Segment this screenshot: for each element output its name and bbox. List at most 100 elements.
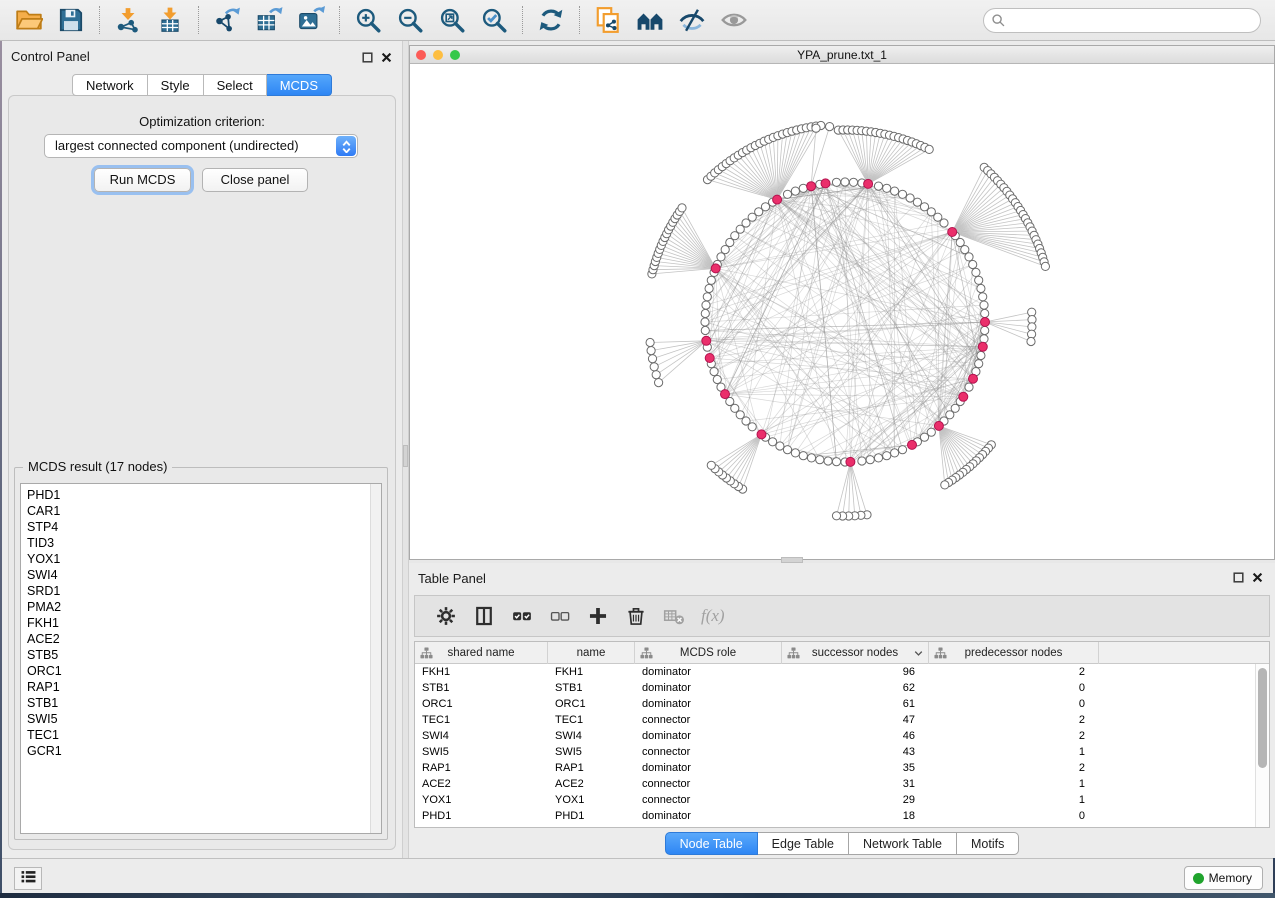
mcds-result-item[interactable]: PHD1 — [21, 487, 369, 503]
export-image-icon[interactable] — [296, 5, 326, 35]
mcds-result-item[interactable]: TEC1 — [21, 727, 369, 743]
mcds-result-item[interactable]: STP4 — [21, 519, 369, 535]
table-cell: YOX1 — [415, 792, 548, 808]
network-graph[interactable] — [410, 64, 1274, 560]
network-canvas[interactable] — [410, 64, 1274, 559]
tab-edge-table[interactable]: Edge Table — [758, 832, 849, 855]
table-row[interactable]: FKH1FKH1dominator962 — [415, 664, 1255, 680]
memory-button[interactable]: Memory — [1184, 866, 1263, 890]
save-session-icon[interactable] — [56, 5, 86, 35]
column-header-name[interactable]: name — [548, 642, 635, 664]
table-tabs: Node TableEdge TableNetwork TableMotifs — [409, 832, 1275, 855]
first-neighbors-icon[interactable] — [635, 5, 665, 35]
table-row[interactable]: ORC1ORC1dominator610 — [415, 696, 1255, 712]
table-cell: dominator — [635, 808, 782, 824]
task-history-button[interactable] — [14, 867, 42, 890]
mcds-result-item[interactable]: STB1 — [21, 695, 369, 711]
shared-column-icon — [640, 647, 653, 663]
optimization-criterion-label: Optimization criterion: — [2, 114, 402, 129]
mcds-result-item[interactable]: ORC1 — [21, 663, 369, 679]
mcds-result-item[interactable]: CAR1 — [21, 503, 369, 519]
table-row[interactable]: ACE2ACE2connector311 — [415, 776, 1255, 792]
table-settings-icon[interactable] — [433, 603, 459, 629]
table-row[interactable]: TEC1TEC1connector472 — [415, 712, 1255, 728]
table-cell: 2 — [929, 760, 1099, 776]
tab-network-table[interactable]: Network Table — [849, 832, 957, 855]
table-row[interactable]: SWI4SWI4dominator462 — [415, 728, 1255, 744]
clear-table-icon — [661, 603, 687, 629]
table-cell: 1 — [929, 776, 1099, 792]
hide-selected-icon[interactable] — [677, 5, 707, 35]
columns-icon[interactable] — [471, 603, 497, 629]
mcds-result-title: MCDS result (17 nodes) — [23, 459, 172, 474]
mcds-result-item[interactable]: RAP1 — [21, 679, 369, 695]
column-header-MCDS-role[interactable]: MCDS role — [635, 642, 782, 664]
mcds-result-item[interactable]: PMA2 — [21, 599, 369, 615]
table-cell: ORC1 — [548, 696, 635, 712]
table-scrollbar-thumb[interactable] — [1258, 668, 1267, 768]
tab-style[interactable]: Style — [148, 74, 204, 96]
criterion-dropdown[interactable]: largest connected component (undirected) — [44, 134, 358, 158]
vertical-splitter[interactable] — [402, 41, 409, 858]
table-row[interactable]: YOX1YOX1connector291 — [415, 792, 1255, 808]
tab-node-table[interactable]: Node Table — [665, 832, 758, 855]
mcds-result-item[interactable]: GCR1 — [21, 743, 369, 759]
float-table-panel-icon[interactable] — [1233, 570, 1244, 588]
show-all-icon[interactable] — [719, 5, 749, 35]
zoom-in-icon[interactable] — [353, 5, 383, 35]
zoom-fit-icon[interactable] — [437, 5, 467, 35]
table-cell: 1 — [929, 792, 1099, 808]
table-cell: 2 — [929, 664, 1099, 680]
mcds-result-item[interactable]: TID3 — [21, 535, 369, 551]
refresh-layout-icon[interactable] — [536, 5, 566, 35]
zoom-out-icon[interactable] — [395, 5, 425, 35]
table-scrollbar-track[interactable] — [1255, 664, 1269, 827]
table-row[interactable]: RAP1RAP1dominator352 — [415, 760, 1255, 776]
sort-desc-icon[interactable] — [914, 650, 923, 662]
column-header-shared-name[interactable]: shared name — [415, 642, 548, 664]
deselect-all-columns-icon[interactable] — [547, 603, 573, 629]
tab-mcds[interactable]: MCDS — [267, 74, 332, 96]
tab-motifs[interactable]: Motifs — [957, 832, 1019, 855]
column-header-predecessor-nodes[interactable]: predecessor nodes — [929, 642, 1099, 664]
table-cell: SWI4 — [415, 728, 548, 744]
mcds-result-item[interactable]: SWI5 — [21, 711, 369, 727]
select-all-columns-icon[interactable] — [509, 603, 535, 629]
mcds-list-scrollbar[interactable] — [370, 484, 381, 833]
float-panel-icon[interactable] — [362, 50, 373, 68]
table-row[interactable]: STB1STB1dominator620 — [415, 680, 1255, 696]
table-row[interactable]: PHD1PHD1dominator180 — [415, 808, 1255, 824]
mcds-result-item[interactable]: SRD1 — [21, 583, 369, 599]
close-panel-icon[interactable] — [381, 50, 392, 68]
import-network-icon[interactable] — [113, 5, 143, 35]
search-input[interactable] — [983, 8, 1261, 33]
close-table-panel-icon[interactable] — [1252, 570, 1263, 588]
close-panel-button[interactable]: Close panel — [202, 168, 308, 192]
add-column-icon[interactable] — [585, 603, 611, 629]
tab-network[interactable]: Network — [72, 74, 148, 96]
memory-status-icon — [1193, 873, 1204, 884]
mcds-result-item[interactable]: FKH1 — [21, 615, 369, 631]
network-window-titlebar[interactable]: YPA_prune.txt_1 — [410, 46, 1274, 64]
mcds-result-item[interactable]: YOX1 — [21, 551, 369, 567]
column-header-successor-nodes[interactable]: successor nodes — [782, 642, 929, 664]
mcds-result-item[interactable]: ACE2 — [21, 631, 369, 647]
table-cell: dominator — [635, 760, 782, 776]
open-file-icon[interactable] — [14, 5, 44, 35]
network-from-table-icon[interactable] — [593, 5, 623, 35]
mcds-result-item[interactable]: SWI4 — [21, 567, 369, 583]
export-table-icon[interactable] — [254, 5, 284, 35]
search-icon — [991, 13, 1006, 33]
import-table-icon[interactable] — [155, 5, 185, 35]
export-network-icon[interactable] — [212, 5, 242, 35]
delete-column-icon[interactable] — [623, 603, 649, 629]
zoom-selected-icon[interactable] — [479, 5, 509, 35]
run-mcds-button[interactable]: Run MCDS — [94, 168, 191, 192]
mcds-result-item[interactable]: STB5 — [21, 647, 369, 663]
table-cell: 29 — [782, 792, 929, 808]
tab-select[interactable]: Select — [204, 74, 267, 96]
mcds-result-list[interactable]: PHD1CAR1STP4TID3YOX1SWI4SRD1PMA2FKH1ACE2… — [20, 483, 382, 834]
dropdown-spinner-icon — [336, 136, 356, 156]
vertical-splitter-handle[interactable] — [403, 445, 408, 467]
table-row[interactable]: SWI5SWI5connector431 — [415, 744, 1255, 760]
